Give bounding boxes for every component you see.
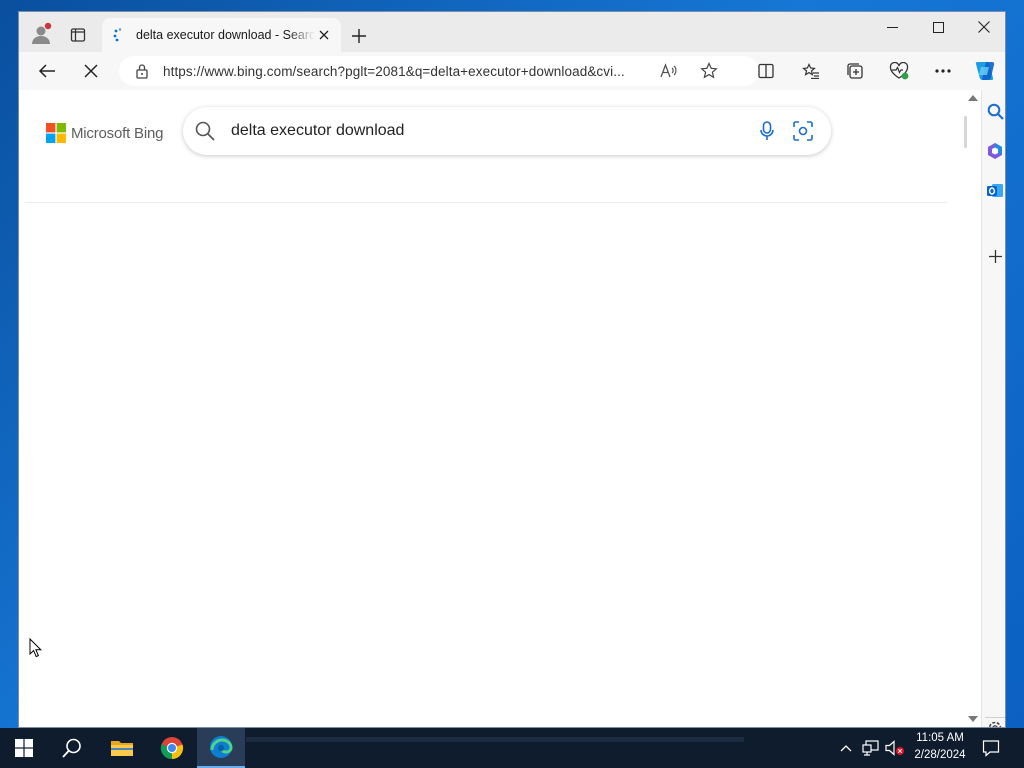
split-screen-icon [758, 63, 774, 79]
vertical-tabs-icon [70, 28, 86, 42]
visual-search-button[interactable] [789, 117, 817, 145]
plus-icon [352, 29, 366, 43]
navigation-toolbar: https://www.bing.com/search?pglt=2081&q=… [19, 52, 1005, 90]
tray-network-button[interactable] [860, 738, 882, 758]
chevron-up-icon [840, 745, 852, 752]
new-tab-button[interactable] [347, 24, 371, 48]
loading-spinner-icon [113, 28, 122, 42]
favorite-button[interactable] [695, 58, 723, 84]
copilot-button[interactable] [971, 57, 999, 85]
edge-sidebar [981, 90, 1005, 727]
scroll-up-arrow-icon[interactable] [968, 95, 978, 101]
tab-title: delta executor download - Search [136, 28, 315, 42]
search-icon[interactable] [195, 121, 215, 141]
close-window-button[interactable] [961, 12, 1005, 42]
gear-icon [988, 721, 1002, 727]
collections-icon [847, 63, 863, 79]
collections-button[interactable] [841, 57, 869, 85]
chrome-icon [160, 737, 184, 760]
tab-close-button[interactable] [315, 26, 333, 44]
sidebar-divider [985, 717, 1005, 718]
read-aloud-button[interactable] [655, 58, 683, 84]
clock-date: 2/28/2024 [914, 749, 966, 761]
stop-loading-button[interactable] [77, 57, 105, 85]
microsoft-logo-icon [46, 123, 66, 143]
camera-scan-icon [793, 121, 813, 141]
volume-muted-icon [885, 740, 904, 756]
network-icon [862, 740, 879, 756]
taskbar-edge-active[interactable] [197, 728, 245, 768]
address-bar[interactable]: https://www.bing.com/search?pglt=2081&q=… [119, 56, 759, 86]
notification-icon [982, 740, 1000, 757]
favorites-list-icon [802, 63, 819, 79]
arrow-left-icon [38, 64, 55, 78]
plus-icon [988, 249, 1002, 263]
microsoft-365-icon [988, 143, 1002, 159]
browser-window: delta executor download - Search https:/… [18, 11, 1006, 728]
minimize-button[interactable] [869, 12, 915, 42]
search-icon [62, 738, 81, 758]
maximize-icon [932, 21, 944, 33]
read-aloud-icon [660, 63, 677, 78]
tab-strip: delta executor download - Search [19, 12, 1005, 52]
clock-time: 11:05 AM [916, 732, 964, 744]
url-text[interactable]: https://www.bing.com/search?pglt=2081&q=… [163, 64, 649, 79]
taskbar-blank-area [246, 737, 744, 742]
vertical-scrollbar[interactable] [964, 90, 981, 727]
browser-essentials-button[interactable] [885, 57, 913, 85]
scroll-thumb[interactable] [964, 116, 967, 148]
start-button[interactable] [0, 728, 48, 768]
edge-icon [210, 736, 233, 758]
split-screen-button[interactable] [752, 57, 780, 85]
windows-logo-icon [15, 739, 33, 757]
taskbar-chrome[interactable] [148, 728, 196, 768]
action-center-button[interactable] [978, 736, 1004, 760]
minimize-icon [886, 26, 898, 28]
tab-active[interactable]: delta executor download - Search [102, 18, 341, 52]
windows-taskbar: 11:05 AM 2/28/2024 [0, 728, 1024, 768]
stop-icon [84, 64, 98, 78]
copilot-icon [975, 62, 995, 80]
profile-icon [32, 22, 52, 44]
header-divider [25, 202, 947, 203]
favorites-button[interactable] [797, 57, 825, 85]
taskbar-file-explorer[interactable] [98, 728, 146, 768]
bing-logo[interactable]: Microsoft Bing [46, 123, 163, 143]
tab-actions-button[interactable] [65, 22, 91, 48]
search-icon [987, 103, 1004, 120]
more-horizontal-icon [935, 69, 951, 73]
sidebar-m365-button[interactable] [983, 139, 1005, 163]
close-icon [978, 21, 990, 33]
logo-text: Microsoft Bing [71, 124, 164, 142]
folder-icon [111, 741, 133, 756]
taskbar-search-button[interactable] [48, 728, 96, 768]
sidebar-outlook-button[interactable] [983, 179, 1005, 203]
profile-button[interactable] [27, 20, 55, 48]
voice-search-button[interactable] [753, 117, 781, 145]
search-box[interactable]: delta executor download [183, 107, 831, 155]
sidebar-search-button[interactable] [983, 99, 1005, 123]
back-button[interactable] [33, 57, 61, 85]
lock-icon[interactable] [135, 63, 149, 79]
page-content: Microsoft Bing delta executor download [19, 90, 964, 727]
sidebar-add-button[interactable] [983, 244, 1005, 268]
mouse-cursor-icon [29, 638, 42, 658]
star-icon [700, 62, 718, 79]
scroll-down-arrow-icon[interactable] [968, 716, 978, 722]
sidebar-settings-button[interactable] [987, 720, 1003, 727]
close-icon [319, 30, 329, 40]
tray-overflow-button[interactable] [836, 738, 856, 758]
search-input[interactable]: delta executor download [231, 122, 753, 140]
tray-volume-button[interactable] [884, 738, 906, 758]
maximize-button[interactable] [915, 12, 961, 42]
heart-pulse-icon [889, 62, 909, 80]
microphone-icon [760, 121, 774, 140]
tray-clock[interactable]: 11:05 AM 2/28/2024 [906, 730, 974, 764]
settings-more-button[interactable] [929, 57, 957, 85]
outlook-icon [987, 184, 1003, 197]
